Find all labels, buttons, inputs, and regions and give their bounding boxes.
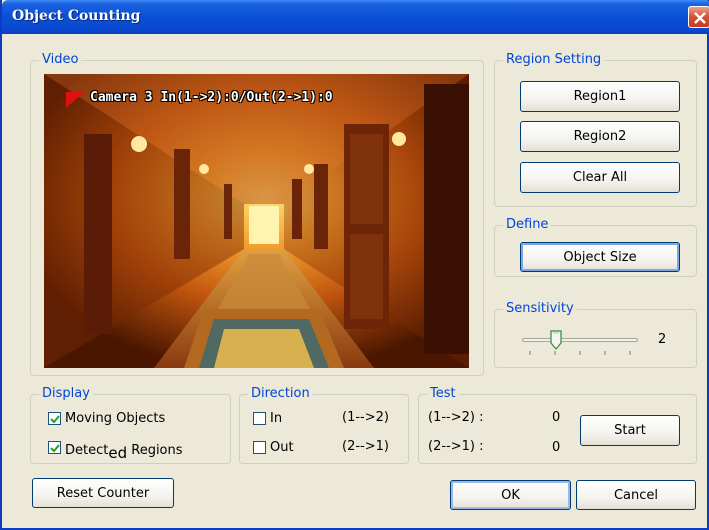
detected-regions-label: Detected Regions bbox=[65, 440, 183, 462]
test-row2-label: (2-->1) : bbox=[428, 439, 484, 454]
test-label: Test bbox=[427, 386, 459, 401]
video-group-label: Video bbox=[39, 52, 82, 67]
display-label: Display bbox=[39, 386, 93, 401]
test-row2-value: 0 bbox=[552, 440, 561, 455]
checkmark-icon bbox=[50, 444, 60, 453]
hallway-image bbox=[44, 74, 469, 368]
region-setting-label: Region Setting bbox=[503, 52, 605, 67]
sensitivity-label: Sensitivity bbox=[503, 301, 577, 316]
checkmark-icon bbox=[50, 415, 60, 424]
title-bar[interactable]: Object Counting bbox=[2, 0, 709, 34]
slider-ticks bbox=[529, 351, 631, 355]
detected-regions-checkbox[interactable] bbox=[48, 441, 61, 454]
slider-thumb[interactable] bbox=[550, 330, 562, 350]
test-row1-value: 0 bbox=[552, 410, 561, 425]
detected-regions-label-pre: Detect bbox=[65, 443, 109, 458]
clear-all-button[interactable]: Clear All bbox=[520, 162, 680, 193]
camera-indicator-icon bbox=[66, 92, 84, 108]
region1-button[interactable]: Region1 bbox=[520, 81, 680, 112]
define-label: Define bbox=[503, 217, 552, 232]
region2-button[interactable]: Region2 bbox=[520, 121, 680, 152]
in-label: In bbox=[270, 411, 283, 426]
reset-counter-button[interactable]: Reset Counter bbox=[32, 478, 174, 508]
moving-objects-checkbox[interactable] bbox=[48, 412, 61, 425]
direction-label: Direction bbox=[248, 386, 313, 401]
out-direction-desc: (2-->1) bbox=[342, 439, 389, 454]
close-icon bbox=[694, 12, 706, 24]
test-row1-label: (1-->2) : bbox=[428, 410, 484, 425]
camera-overlay-text: Camera 3 In(1->2):0/Out(2->1):0 bbox=[90, 90, 333, 105]
sensitivity-slider[interactable] bbox=[518, 327, 642, 359]
video-preview[interactable]: Camera 3 In(1->2):0/Out(2->1):0 bbox=[44, 74, 469, 368]
out-label: Out bbox=[270, 440, 294, 455]
out-checkbox[interactable] bbox=[253, 441, 266, 454]
in-direction-desc: (1-->2) bbox=[342, 410, 389, 425]
moving-objects-label: Moving Objects bbox=[65, 411, 166, 426]
in-checkbox[interactable] bbox=[253, 412, 266, 425]
object-size-button[interactable]: Object Size bbox=[520, 242, 680, 272]
sensitivity-value: 2 bbox=[658, 332, 667, 347]
detected-regions-label-post: Regions bbox=[127, 443, 183, 458]
object-counting-dialog: Object Counting Video Camera 3 In(1->2):… bbox=[0, 0, 709, 530]
detected-regions-label-sub: ed bbox=[108, 444, 128, 462]
window-title: Object Counting bbox=[12, 8, 141, 24]
start-button[interactable]: Start bbox=[580, 415, 680, 446]
cancel-button[interactable]: Cancel bbox=[576, 480, 696, 510]
close-button[interactable] bbox=[688, 6, 709, 28]
ok-button[interactable]: OK bbox=[450, 480, 571, 510]
